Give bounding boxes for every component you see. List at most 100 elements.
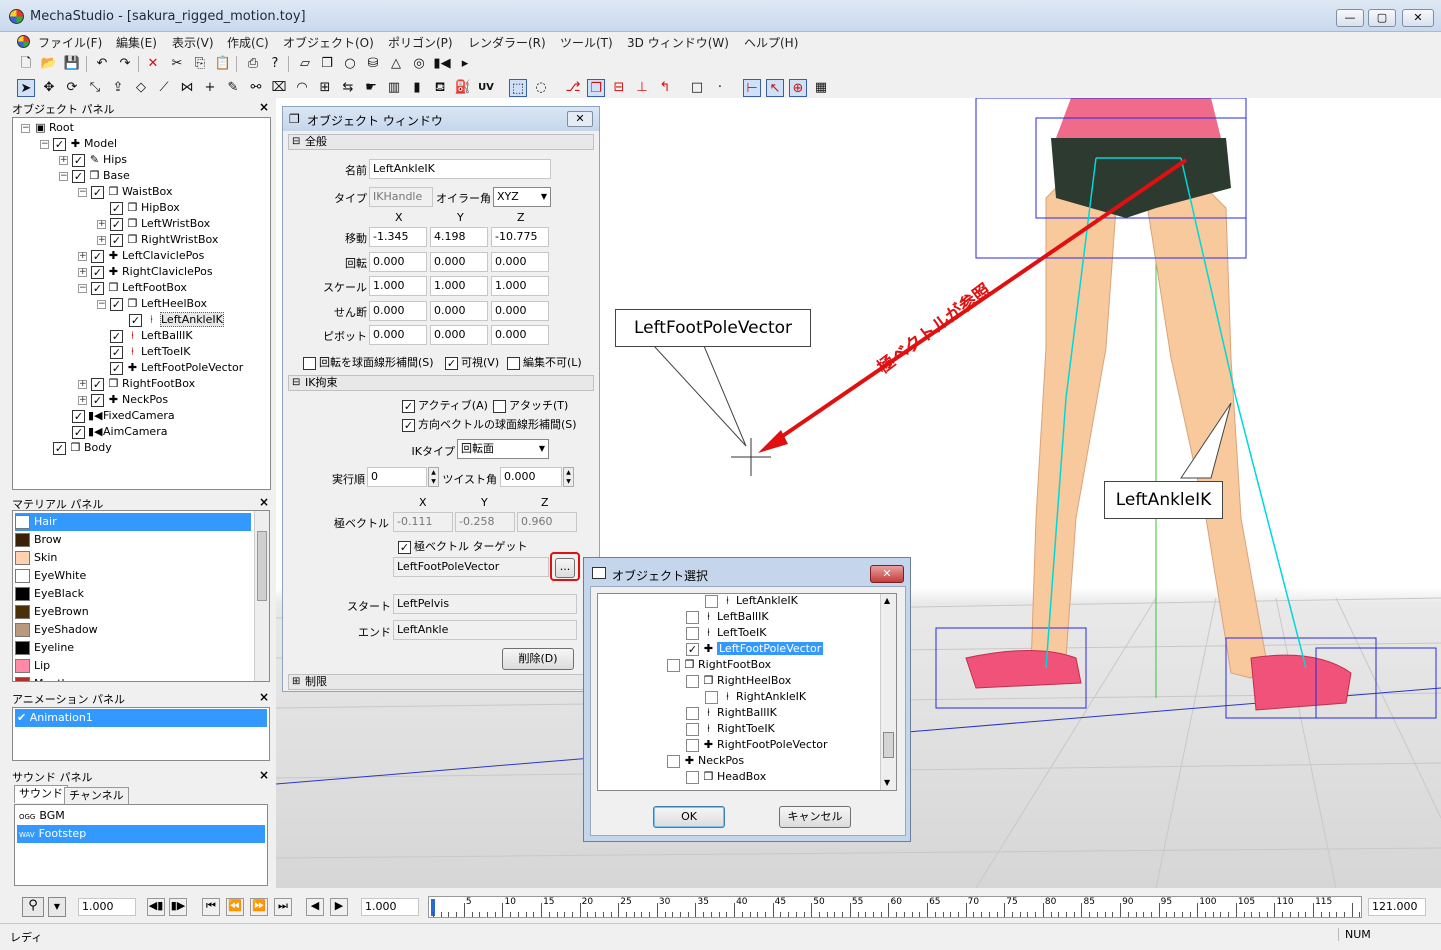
visibility-checkbox[interactable] <box>110 329 123 343</box>
timeline-ruler[interactable]: 5 10 15 20 25 30 35 40 45 50 55 60 65 70 75 80 85 90 95 100… <box>428 896 1362 918</box>
tree-expander-icon[interactable]: − <box>40 139 49 149</box>
select-checkbox[interactable] <box>686 642 699 656</box>
tab-sound[interactable]: サウンド <box>14 785 68 803</box>
scrollbar-thumb[interactable] <box>257 531 267 601</box>
extrude-icon[interactable]: ⇪ <box>109 79 127 97</box>
tree-item-rightfootbox[interactable]: + ❐RightFootBox <box>78 376 195 392</box>
menu-item-9[interactable]: ヘルプ(H) <box>744 34 798 51</box>
delete-icon[interactable]: ✕ <box>144 55 162 73</box>
animation-check-icon[interactable]: ✔ <box>17 711 30 724</box>
tree-item-leftwristbox[interactable]: + ❐LeftWristBox <box>97 216 210 232</box>
order-field[interactable]: 0 <box>367 467 427 487</box>
menu-item-0[interactable]: ファイル(F) <box>38 34 102 51</box>
material-scrollbar[interactable] <box>254 511 269 681</box>
close-button[interactable]: ✕ <box>1402 9 1434 27</box>
select-checkbox[interactable] <box>686 626 699 640</box>
bridge-icon[interactable]: ⌧ <box>270 79 288 97</box>
axis-z-icon[interactable]: ⊕ <box>789 79 807 97</box>
tree-expander-icon[interactable]: + <box>78 395 87 405</box>
visibility-checkbox[interactable] <box>91 185 104 199</box>
active-option[interactable]: アクティブ(A) <box>402 397 488 413</box>
tree-expander-icon[interactable]: + <box>97 235 106 245</box>
visibility-checkbox[interactable] <box>91 377 104 391</box>
object-mode-icon[interactable]: ❐ <box>587 79 605 97</box>
cylinder-icon[interactable]: ⛁ <box>364 55 382 73</box>
menu-item-2[interactable]: 表示(V) <box>172 34 214 51</box>
camera-icon[interactable]: ▮◀ <box>433 55 451 73</box>
attach-checkbox[interactable] <box>493 399 506 413</box>
select-checkbox[interactable] <box>686 770 699 784</box>
select-item-neckpos[interactable]: ✚ NeckPos <box>667 753 744 769</box>
tree-item-leftheelbox[interactable]: − ❐LeftHeelBox <box>97 296 207 312</box>
select-item-leftfootpolevector[interactable]: ✚LeftFootPoleVector <box>686 641 824 657</box>
sound-item[interactable]: WAV Footstep <box>17 825 265 843</box>
visibility-checkbox[interactable] <box>129 313 142 327</box>
sphere-icon[interactable]: ○ <box>341 55 359 73</box>
subdivide-icon[interactable]: ⊞ <box>316 79 334 97</box>
tree-item-rightwristbox[interactable]: + ❐RightWristBox <box>97 232 218 248</box>
visible-checkbox[interactable] <box>445 356 458 370</box>
menu-item-8[interactable]: 3D ウィンドウ(W) <box>627 34 729 51</box>
tree-item-fixedcamera[interactable]: ▮◀FixedCamera <box>59 408 175 424</box>
weld-icon[interactable]: ⚯ <box>247 79 265 97</box>
visibility-checkbox[interactable] <box>53 137 66 151</box>
save-icon[interactable]: 💾 <box>63 55 81 73</box>
transform-x-field[interactable]: -1.345 <box>369 227 427 247</box>
speed-field[interactable]: 1.000 <box>78 898 136 916</box>
material-item[interactable]: EyeShadow <box>15 621 251 639</box>
material-item[interactable]: Eyeline <box>15 639 251 657</box>
order-spinner[interactable]: ▲ ▼ <box>428 467 439 487</box>
visibility-checkbox[interactable] <box>72 409 85 423</box>
bucket-icon[interactable]: ⛽ <box>454 79 472 97</box>
material-item[interactable]: EyeBrown <box>15 603 251 621</box>
tree-item-leftfootbox[interactable]: − ❐LeftFootBox <box>78 280 187 296</box>
select-checkbox[interactable] <box>705 690 718 704</box>
object-tree[interactable]: −▣Root−✚Model+✎Hips−❐Base−❐WaistBox❐HipB… <box>12 117 271 490</box>
transform-z-field[interactable]: 1.000 <box>491 276 549 296</box>
tree-item-lefttoeik[interactable]: ⍿ LeftToeIK <box>97 344 191 360</box>
sound-list[interactable]: OGG BGM WAV Footstep <box>14 804 268 886</box>
twist-field[interactable]: 0.000 <box>500 467 562 487</box>
cone-icon[interactable]: △ <box>387 55 405 73</box>
menu-item-4[interactable]: オブジェクト(O) <box>283 34 374 51</box>
tree-item-base[interactable]: − ❐Base <box>59 168 130 184</box>
black-icon[interactable]: ▮ <box>408 79 426 97</box>
select-item-rightfootbox[interactable]: ❐ RightFootBox <box>667 657 771 673</box>
transform-x-field[interactable]: 1.000 <box>369 276 427 296</box>
transform-y-field[interactable]: 0.000 <box>430 300 488 321</box>
tree-expander-icon[interactable]: + <box>78 267 87 277</box>
tree-item-leftclaviclepos[interactable]: + ✚LeftClaviclePos <box>78 248 204 264</box>
select-item-lefttoeik[interactable]: ⍿ LeftToeIK <box>686 625 767 641</box>
material-item[interactable]: Brow <box>15 531 251 549</box>
tree-item-neckpos[interactable]: + ✚NeckPos <box>78 392 168 408</box>
transform-z-field[interactable]: -10.775 <box>491 227 549 247</box>
tree-item-body[interactable]: ❐Body <box>40 440 112 456</box>
help-icon[interactable]: ? <box>266 55 284 73</box>
visibility-checkbox[interactable] <box>72 169 85 183</box>
visibility-checkbox[interactable] <box>110 233 123 247</box>
visibility-checkbox[interactable] <box>110 217 123 231</box>
select-checkbox[interactable] <box>686 722 699 736</box>
select-checkbox[interactable] <box>686 610 699 624</box>
locked-option[interactable]: 編集不可(L) <box>507 354 582 370</box>
scroll-down-icon[interactable]: ▼ <box>884 778 890 787</box>
tree-expander-icon[interactable]: + <box>97 219 106 229</box>
tree-item-model[interactable]: − ✚Model <box>40 136 117 152</box>
dialog-scrollbar[interactable]: ▲ ▼ <box>880 594 896 790</box>
tree-item-aimcamera[interactable]: ▮◀AimCamera <box>59 424 167 440</box>
torus-icon[interactable]: ◎ <box>410 55 428 73</box>
empty-icon[interactable]: □ <box>688 79 706 97</box>
iktype-combo[interactable]: 回転面 <box>457 439 549 459</box>
menu-item-7[interactable]: ツール(T) <box>560 34 613 51</box>
uv-icon[interactable]: UV <box>477 79 495 97</box>
step-back-icon[interactable]: ⏪ <box>226 898 244 916</box>
tree-expander-icon[interactable]: − <box>59 171 68 181</box>
material-list[interactable]: Hair Brow Skin EyeWhite EyeBlack EyeBrown EyeS… <box>12 510 270 682</box>
material-item[interactable]: EyeBlack <box>15 585 251 603</box>
cancel-button[interactable]: キャンセル <box>779 806 851 828</box>
cut-icon[interactable]: ✂ <box>168 55 186 73</box>
paint-icon[interactable]: ⛾ <box>431 79 449 97</box>
select-item-headbox[interactable]: ❐ HeadBox <box>686 769 766 785</box>
transform-y-field[interactable]: 0.000 <box>430 251 488 272</box>
visibility-checkbox[interactable] <box>110 361 123 375</box>
